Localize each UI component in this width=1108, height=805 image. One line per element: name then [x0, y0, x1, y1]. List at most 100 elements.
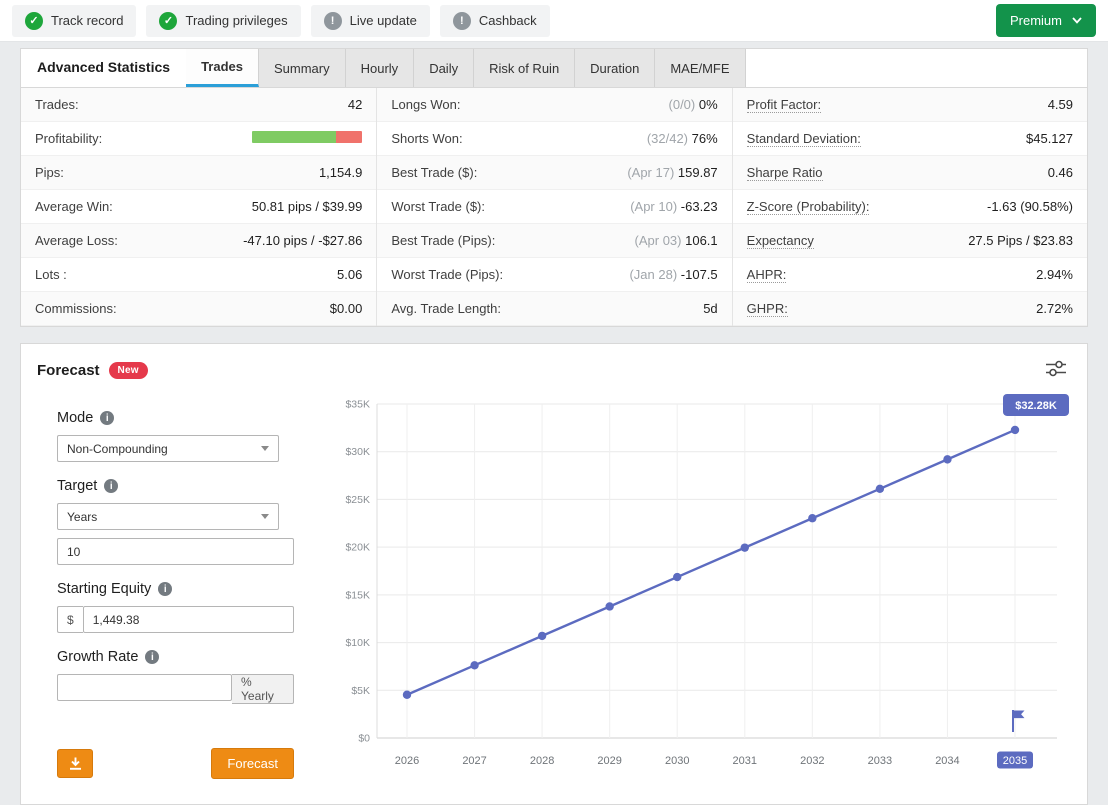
target-label: Target: [57, 478, 98, 494]
forecast-buttons-row: Forecast: [57, 748, 294, 779]
stat-value: 50.81 pips / $39.99: [251, 199, 363, 214]
stat-label[interactable]: GHPR:: [746, 301, 788, 317]
mode-select[interactable]: Non-Compounding: [57, 435, 279, 462]
caret-down-icon: [261, 446, 269, 451]
stat-row: Worst Trade (Pips): (Jan 28) -107.5: [377, 258, 732, 292]
tab-trades[interactable]: Trades: [186, 49, 259, 87]
forecast-panel: Forecast New Mode i Non-Compounding Targ…: [20, 343, 1088, 805]
starting-equity-input[interactable]: [82, 606, 294, 633]
stat-value: 2.94%: [1036, 267, 1073, 282]
tab-mae-mfe[interactable]: MAE/MFE: [655, 49, 746, 87]
stat-label[interactable]: Expectancy: [746, 233, 814, 249]
forecast-title: Forecast: [37, 361, 100, 379]
stat-row: Profit Factor: 4.59: [732, 88, 1087, 122]
stat-value: (Apr 10) -63.23: [630, 199, 718, 214]
svg-text:$15K: $15K: [345, 589, 370, 601]
status-chip-live-update[interactable]: ! Live update: [310, 4, 430, 37]
svg-text:2035: 2035: [1003, 755, 1027, 767]
target-label-row: Target i: [57, 478, 315, 494]
stat-row: Average Loss: -47.10 pips / -$27.86: [21, 224, 377, 258]
stat-value: (Apr 03) 106.1: [634, 233, 718, 248]
premium-button[interactable]: Premium: [995, 4, 1096, 37]
stat-label: Average Win:: [35, 199, 113, 214]
forecast-header: Forecast New: [37, 356, 1071, 384]
data-point: [875, 484, 885, 493]
svg-text:2027: 2027: [462, 755, 486, 767]
growth-rate-input[interactable]: [57, 674, 232, 701]
stat-row: Pips: 1,154.9: [21, 156, 377, 190]
chip-label: Trading privileges: [185, 13, 288, 28]
stat-row: Best Trade ($): (Apr 17) 159.87: [377, 156, 732, 190]
forecast-line: [406, 428, 1016, 696]
forecast-chart-svg: $0 $5K $10K $15K $20K $25K $30K $35K 2026 2027 202…: [345, 393, 1069, 769]
data-point: [673, 572, 682, 582]
starting-equity-info-icon[interactable]: i: [158, 582, 173, 596]
target-unit-value: Years: [67, 509, 98, 524]
currency-prefix: $: [57, 606, 83, 633]
stat-row: Profitability:: [21, 122, 377, 156]
tab-hourly[interactable]: Hourly: [345, 49, 415, 87]
target-unit-select[interactable]: Years: [57, 503, 279, 530]
stat-label: Profitability:: [35, 131, 103, 146]
stats-col-1: Trades: 42 Profitability: Pips: 1,154.9 Avera…: [21, 88, 377, 326]
stat-value: 1,154.9: [318, 165, 363, 180]
starting-equity-label: Starting Equity: [57, 581, 152, 597]
svg-text:2030: 2030: [665, 755, 689, 767]
stats-col-3: Profit Factor: 4.59 Standard Deviation: $45…: [731, 88, 1087, 326]
stat-value: 2.72%: [1036, 301, 1073, 316]
premium-label: Premium: [1009, 13, 1062, 28]
stat-label[interactable]: AHPR:: [746, 267, 787, 283]
stat-value: 27.5 Pips / $23.83: [968, 233, 1073, 248]
svg-text:$30K: $30K: [345, 446, 370, 458]
tab-summary[interactable]: Summary: [258, 49, 346, 87]
caret-down-icon: [261, 514, 269, 519]
download-button[interactable]: [57, 749, 93, 778]
forecast-chart: $0 $5K $10K $15K $20K $25K $30K $35K 2026 2027 202…: [327, 390, 1071, 794]
svg-text:$0: $0: [358, 733, 370, 745]
svg-text:2033: 2033: [868, 755, 892, 767]
data-point: [740, 543, 749, 552]
stat-row: Lots : 5.06: [21, 258, 377, 292]
mode-info-icon[interactable]: i: [100, 411, 115, 425]
stat-value: (Apr 17) 159.87: [627, 165, 718, 180]
status-chip-track-record[interactable]: ✓ Track record: [12, 4, 137, 37]
stats-table: Trades: 42 Profitability: Pips: 1,154.9 Avera…: [21, 88, 1087, 326]
stat-label: Worst Trade ($):: [391, 199, 486, 214]
stat-row: Commissions: $0.00: [21, 292, 377, 326]
stat-label[interactable]: Profit Factor:: [746, 97, 822, 113]
target-amount-input[interactable]: [57, 538, 294, 565]
starting-equity-group: $: [57, 606, 294, 633]
stat-label[interactable]: Standard Deviation:: [746, 131, 861, 147]
growth-rate-group: % Yearly: [57, 674, 294, 704]
data-point: [605, 602, 614, 611]
growth-rate-info-icon[interactable]: i: [145, 650, 160, 664]
svg-text:2029: 2029: [597, 755, 621, 767]
data-point: [402, 690, 412, 699]
svg-text:$25K: $25K: [345, 494, 370, 506]
stat-value: 0.46: [1047, 165, 1073, 180]
target-info-icon[interactable]: i: [104, 479, 119, 493]
status-chip-cashback[interactable]: ! Cashback: [439, 4, 550, 37]
tab-advanced-statistics[interactable]: Advanced Statistics: [21, 49, 187, 87]
data-point: [808, 514, 817, 523]
tab-daily[interactable]: Daily: [414, 49, 475, 87]
svg-text:$35K: $35K: [345, 399, 370, 411]
tab-row: Advanced Statistics Trades Summary Hourly D…: [21, 49, 1087, 88]
stat-row: Z-Score (Probability): -1.63 (90.58%): [732, 190, 1087, 224]
status-chip-trading-privileges[interactable]: ✓ Trading privileges: [146, 4, 301, 37]
stat-value: [252, 131, 363, 146]
stats-col-2: Longs Won: (0/0) 0% Shorts Won: (32/42) 76%…: [376, 88, 732, 326]
stat-row: Expectancy 27.5 Pips / $23.83: [732, 224, 1087, 258]
stat-value: 42: [347, 97, 363, 112]
svg-text:2032: 2032: [800, 755, 824, 767]
stat-label: Avg. Trade Length:: [391, 301, 501, 316]
tab-risk-of-ruin[interactable]: Risk of Ruin: [474, 49, 576, 87]
stat-label[interactable]: Sharpe Ratio: [746, 165, 823, 181]
forecast-body: Mode i Non-Compounding Target i Years St…: [37, 390, 1071, 794]
svg-text:2026: 2026: [395, 755, 419, 767]
chart-settings-button[interactable]: [1041, 356, 1071, 384]
stat-label[interactable]: Z-Score (Probability):: [746, 199, 870, 215]
alert-circle-icon: !: [323, 11, 342, 30]
forecast-button[interactable]: Forecast: [211, 748, 294, 779]
tab-duration[interactable]: Duration: [575, 49, 656, 87]
